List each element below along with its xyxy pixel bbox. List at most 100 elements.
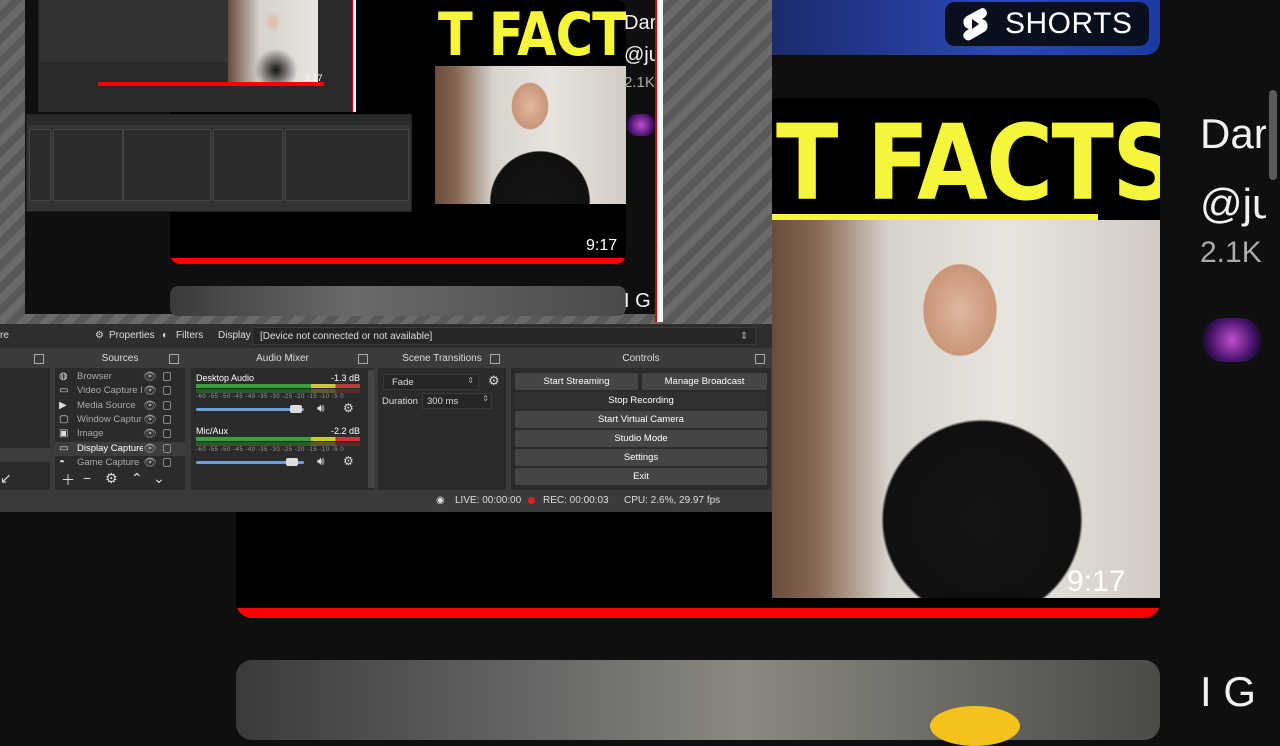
preview-channel-avatar bbox=[626, 114, 656, 136]
source-item[interactable]: ◍ Browser 👁︎ bbox=[55, 370, 185, 384]
duration-label: Duration bbox=[382, 396, 418, 407]
source-item[interactable]: ▣ Image 👁︎ bbox=[55, 427, 185, 441]
lock-icon[interactable] bbox=[163, 457, 171, 467]
shorts-label: SHORTS bbox=[1005, 7, 1133, 40]
mic-aux-db: -2.2 dB bbox=[330, 426, 360, 436]
speaker-icon[interactable]: 🔊︎ bbox=[317, 454, 325, 469]
play-icon: ▶ bbox=[59, 399, 67, 411]
display-select[interactable]: [Device not connected or not available] … bbox=[252, 327, 756, 345]
float-icon[interactable] bbox=[755, 354, 765, 364]
channel-name[interactable]: Dar bbox=[1200, 110, 1268, 158]
cpu-fps: CPU: 2.6%, 29.97 fps bbox=[624, 495, 721, 506]
transition-settings-icon[interactable]: ⚙ bbox=[488, 373, 500, 389]
settings-button[interactable]: Settings bbox=[515, 449, 767, 466]
manage-broadcast-button[interactable]: Manage Broadcast bbox=[642, 373, 767, 390]
desktop-audio-volume-handle[interactable] bbox=[290, 405, 302, 413]
nested-bounding-edge bbox=[352, 0, 356, 112]
gamepad-icon: ◓ bbox=[59, 456, 66, 468]
add-source-icon[interactable]: ＋ bbox=[61, 470, 75, 490]
thumbnail-emoji bbox=[930, 706, 1020, 746]
visibility-eye-icon[interactable]: 👁︎ bbox=[143, 427, 157, 440]
gear-icon[interactable]: ⚙ bbox=[95, 330, 104, 341]
visibility-eye-icon[interactable]: 👁︎ bbox=[143, 384, 157, 397]
source-settings-icon[interactable]: ⚙ bbox=[105, 470, 118, 487]
toolbar-edge-label: re bbox=[0, 330, 9, 341]
visibility-eye-icon[interactable]: 👁︎ bbox=[143, 413, 157, 426]
visibility-eye-icon[interactable]: 👁︎ bbox=[143, 399, 157, 412]
filters-icon[interactable]: ◐ bbox=[162, 330, 168, 341]
chevron-updown-icon: ⇕ bbox=[467, 376, 474, 385]
sources-title: Sources bbox=[55, 350, 185, 368]
visibility-eye-icon[interactable]: 👁︎ bbox=[143, 456, 157, 469]
meter-scale: -60 -55 -50 -45 -40 -35 -30 -25 -20 -15 … bbox=[196, 394, 345, 400]
source-toolbar: re ⚙ Properties ◐ Filters Display [Devic… bbox=[0, 324, 772, 348]
transition-select[interactable]: Fade ⇕ bbox=[383, 374, 479, 390]
exit-button[interactable]: Exit bbox=[515, 468, 767, 485]
preview-next-thumbnail bbox=[170, 286, 626, 316]
start-virtual-camera-button[interactable]: Start Virtual Camera bbox=[515, 411, 767, 428]
preview-subscriber-count: 2.1K bbox=[624, 74, 655, 91]
desktop-audio-volume-slider[interactable] bbox=[196, 408, 304, 411]
studio-mode-button[interactable]: Studio Mode bbox=[515, 430, 767, 447]
float-icon[interactable] bbox=[358, 354, 368, 364]
speaker-icon[interactable]: 🔊︎ bbox=[317, 401, 325, 416]
source-item-label: Window Captur bbox=[77, 413, 142, 425]
spinner-icon[interactable]: ⇕ bbox=[482, 394, 489, 403]
remove-source-icon[interactable]: − bbox=[83, 470, 91, 486]
camera-icon: ▭ bbox=[59, 385, 69, 397]
lock-icon[interactable] bbox=[163, 443, 171, 453]
channel-handle[interactable]: @ju bbox=[1200, 180, 1275, 228]
scene-item-selected[interactable] bbox=[0, 448, 50, 462]
remove-scene-icon[interactable]: ↙ bbox=[0, 470, 12, 487]
video-duration: 9:17 bbox=[1067, 565, 1126, 598]
next-video-thumbnail[interactable] bbox=[236, 660, 1160, 740]
desktop-audio-meter-peak bbox=[196, 389, 360, 393]
chevron-updown-icon: ⇕ bbox=[740, 331, 749, 342]
duration-input[interactable]: 300 ms ⇕ bbox=[422, 393, 492, 409]
preview-canvas[interactable]: T FACTS! 9:17 Dar @ju 2.1K I G 9:17 bbox=[0, 0, 772, 324]
source-item-label: Media Source bbox=[77, 399, 136, 411]
thumbnail-photo bbox=[772, 220, 1160, 598]
move-down-icon[interactable]: ⌄ bbox=[153, 470, 165, 487]
filters-button[interactable]: Filters bbox=[176, 330, 203, 341]
mic-aux-volume-handle[interactable] bbox=[286, 458, 298, 466]
mic-aux-label: Mic/Aux bbox=[196, 426, 229, 436]
mixer-scrollbar[interactable] bbox=[368, 370, 374, 488]
desktop-audio-meter bbox=[196, 384, 360, 388]
channel-avatar[interactable] bbox=[1202, 318, 1262, 362]
float-icon[interactable] bbox=[169, 354, 179, 364]
source-item[interactable]: ▭ Video Capture I 👁︎ bbox=[55, 384, 185, 398]
live-icon: ◉ bbox=[436, 495, 445, 506]
source-item[interactable]: ▢ Window Captur 👁︎ bbox=[55, 413, 185, 427]
lock-icon[interactable] bbox=[163, 372, 171, 381]
audio-mixer-dock: Audio Mixer Desktop Audio -1.3 dB -60 -5… bbox=[191, 350, 374, 490]
source-bounding-edge[interactable] bbox=[655, 0, 663, 322]
stop-recording-button[interactable]: Stop Recording bbox=[515, 392, 767, 409]
start-streaming-button[interactable]: Start Streaming bbox=[515, 373, 638, 390]
status-bar: ◉ LIVE: 00:00:00 REC: 00:00:03 CPU: 2.6%… bbox=[0, 490, 772, 512]
lock-icon[interactable] bbox=[163, 386, 171, 396]
gear-icon[interactable]: ⚙ bbox=[343, 454, 354, 468]
visibility-eye-icon[interactable]: 👁︎ bbox=[143, 370, 157, 383]
source-item[interactable]: ▶ Media Source 👁︎ bbox=[55, 399, 185, 413]
visibility-eye-icon[interactable]: 👁︎ bbox=[143, 442, 157, 455]
lock-icon[interactable] bbox=[163, 400, 171, 410]
monitor-icon: ▭ bbox=[59, 442, 69, 454]
globe-icon: ◍ bbox=[59, 371, 68, 382]
source-item-label: Display Capture bbox=[77, 442, 143, 454]
lock-icon[interactable] bbox=[163, 429, 171, 439]
source-item[interactable]: ▭ Display Capture 👁︎ bbox=[55, 441, 185, 456]
shorts-badge: SHORTS bbox=[945, 2, 1149, 46]
float-icon[interactable] bbox=[34, 354, 44, 364]
scrollbar-thumb[interactable] bbox=[1269, 90, 1277, 180]
watch-progress-bar bbox=[236, 608, 1160, 618]
mic-aux-meter bbox=[196, 437, 360, 441]
source-item-label: Image bbox=[77, 428, 104, 440]
next-video-title[interactable]: I G bbox=[1200, 668, 1256, 716]
move-up-icon[interactable]: ⌃ bbox=[131, 470, 143, 487]
float-icon[interactable] bbox=[490, 354, 500, 364]
desktop-audio-label: Desktop Audio bbox=[196, 373, 255, 383]
gear-icon[interactable]: ⚙ bbox=[343, 401, 354, 415]
properties-button[interactable]: Properties bbox=[109, 330, 155, 341]
lock-icon[interactable] bbox=[163, 414, 171, 424]
